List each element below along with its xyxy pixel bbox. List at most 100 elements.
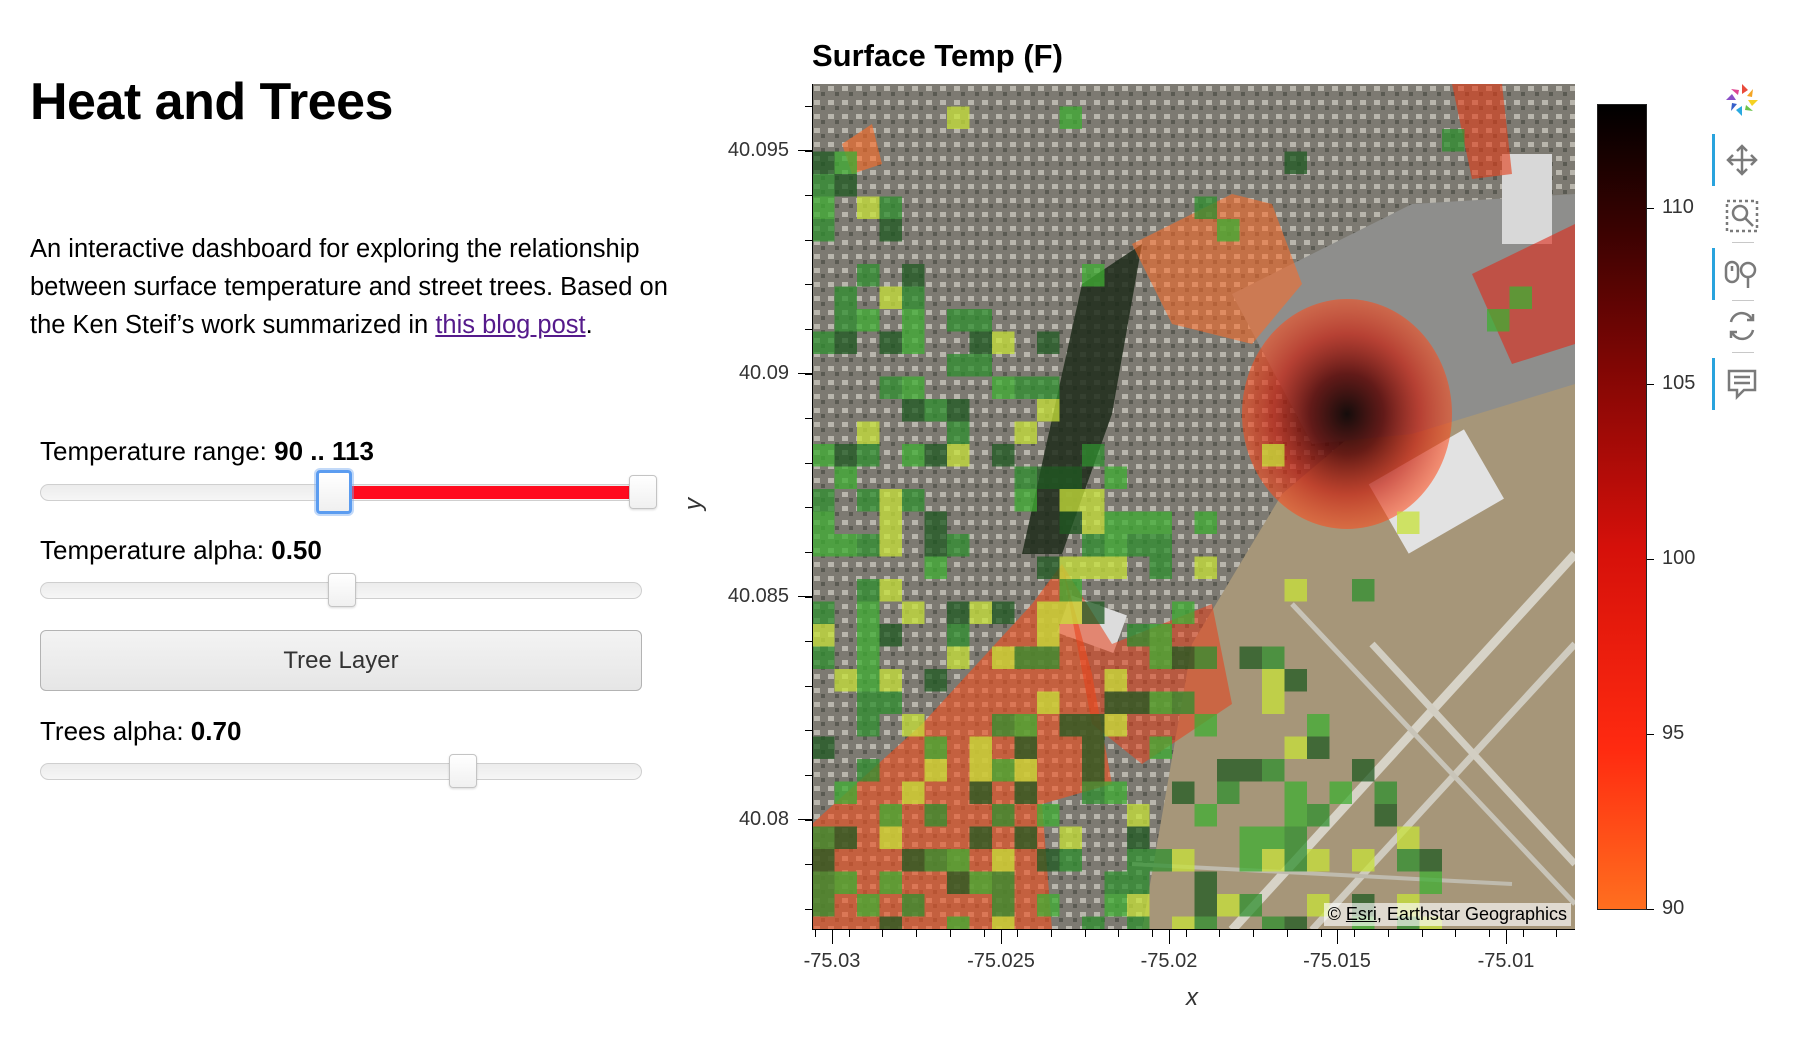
toolbar-separator — [1732, 300, 1754, 301]
x-tick-label: -75.015 — [1303, 950, 1371, 972]
x-minor-tick — [1556, 930, 1558, 937]
x-tick — [1001, 930, 1002, 944]
blog-post-link[interactable]: this blog post — [435, 311, 585, 339]
colorbar-tick — [1647, 559, 1654, 560]
colorbar-tick — [1647, 208, 1654, 209]
pan-active-indicator — [1712, 134, 1715, 186]
colorbar-label: 95 — [1662, 722, 1685, 744]
y-minor-tick — [805, 775, 812, 776]
x-minor-tick — [815, 930, 816, 937]
x-minor-tick — [1050, 930, 1052, 937]
y-minor-tick — [805, 507, 812, 509]
y-minor-tick — [805, 329, 812, 330]
x-minor-tick — [1387, 930, 1389, 937]
colorbar-label: 105 — [1662, 372, 1696, 394]
x-minor-tick — [916, 930, 918, 937]
x-minor-tick — [1522, 930, 1524, 937]
x-minor-tick — [1185, 930, 1187, 937]
temp-alpha-value: 0.50 — [271, 535, 322, 565]
temp-alpha-label-text: Temperature alpha: — [40, 535, 272, 565]
x-tick-label: -75.025 — [967, 950, 1035, 972]
plot-toolbar — [1712, 78, 1772, 458]
y-minor-tick — [805, 150, 812, 152]
x-minor-tick — [1152, 930, 1153, 937]
y-minor-tick — [805, 730, 812, 732]
y-tick-label: 40.095 — [727, 139, 789, 161]
wheel-zoom-active-indicator — [1712, 248, 1715, 300]
x-minor-tick — [1286, 930, 1288, 937]
temp-range-value: 90 .. 113 — [274, 436, 374, 466]
x-minor-tick — [1084, 930, 1086, 937]
x-minor-tick — [1320, 930, 1322, 937]
colorbar-label: 100 — [1662, 547, 1696, 569]
x-minor-tick — [848, 930, 850, 937]
y-tick-label: 40.09 — [738, 362, 789, 384]
y-minor-tick — [805, 685, 812, 687]
x-minor-tick — [1421, 930, 1423, 937]
temp-range-low-handle[interactable] — [316, 470, 352, 514]
x-tick — [1506, 930, 1507, 944]
wheel-zoom-icon[interactable] — [1724, 256, 1760, 292]
colorbar — [1597, 104, 1647, 910]
x-minor-tick — [1219, 930, 1221, 937]
colorbar-tick — [1647, 384, 1654, 385]
trees-alpha-value: 0.70 — [190, 716, 242, 746]
temp-range-high-handle[interactable] — [629, 475, 657, 509]
x-minor-tick — [983, 930, 985, 937]
plot-axes — [812, 84, 1575, 930]
x-minor-tick — [1253, 930, 1255, 937]
y-minor-tick — [805, 462, 812, 464]
colorbar-tick — [1647, 909, 1654, 910]
temp-alpha-slider[interactable] — [40, 573, 642, 607]
page-title: Heat and Trees — [30, 73, 393, 131]
colorbar-label: 90 — [1662, 897, 1685, 919]
trees-alpha-handle[interactable] — [449, 754, 477, 788]
y-minor-tick — [805, 195, 812, 197]
colorbar-label: 110 — [1662, 196, 1694, 218]
y-minor-tick — [805, 908, 812, 910]
y-minor-tick — [805, 284, 812, 286]
x-minor-tick — [1118, 930, 1120, 937]
x-axis-label: x — [1186, 984, 1198, 1011]
x-tick-label: -75.03 — [803, 950, 861, 972]
plot-title: Surface Temp (F) — [812, 38, 1063, 73]
description-end: . — [585, 311, 593, 339]
y-minor-tick — [805, 418, 812, 420]
y-tick-label: 40.085 — [727, 585, 789, 607]
x-tick-label: -75.02 — [1140, 950, 1198, 972]
hover-icon[interactable] — [1724, 366, 1760, 402]
x-minor-tick — [1489, 930, 1490, 937]
trees-alpha-label: Trees alpha: 0.70 — [40, 716, 241, 747]
x-tick — [1337, 930, 1338, 944]
toolbar-separator — [1732, 242, 1754, 243]
box-zoom-icon[interactable] — [1724, 198, 1760, 234]
pan-icon[interactable] — [1724, 142, 1760, 178]
y-minor-tick — [805, 373, 812, 375]
y-minor-tick — [805, 596, 812, 598]
y-tick-label: 40.08 — [738, 808, 789, 830]
trees-alpha-label-text: Trees alpha: — [40, 716, 191, 746]
tree-layer-button[interactable]: Tree Layer — [40, 630, 642, 691]
y-minor-tick — [805, 552, 812, 553]
x-minor-tick — [1354, 930, 1356, 937]
y-minor-tick — [805, 641, 812, 643]
logo-icon[interactable] — [1724, 82, 1760, 118]
temp-alpha-handle[interactable] — [328, 573, 356, 607]
x-tick — [1169, 930, 1170, 944]
temp-range-label-text: Temperature range: — [40, 436, 275, 466]
y-minor-tick — [805, 239, 812, 241]
x-minor-tick — [882, 930, 884, 937]
hover-active-indicator — [1712, 358, 1715, 410]
y-axis-label: y — [680, 498, 707, 510]
y-minor-tick — [805, 819, 812, 821]
trees-alpha-slider[interactable] — [40, 754, 642, 788]
temp-range-label: Temperature range: 90 .. 113 — [40, 436, 374, 467]
reset-icon[interactable] — [1724, 308, 1760, 344]
temp-range-slider[interactable] — [40, 470, 657, 514]
x-minor-tick — [1017, 930, 1019, 937]
x-minor-tick — [949, 930, 951, 937]
y-minor-tick — [805, 106, 812, 107]
toolbar-separator — [1732, 352, 1754, 353]
x-tick — [832, 930, 833, 944]
x-minor-tick — [1455, 930, 1457, 937]
